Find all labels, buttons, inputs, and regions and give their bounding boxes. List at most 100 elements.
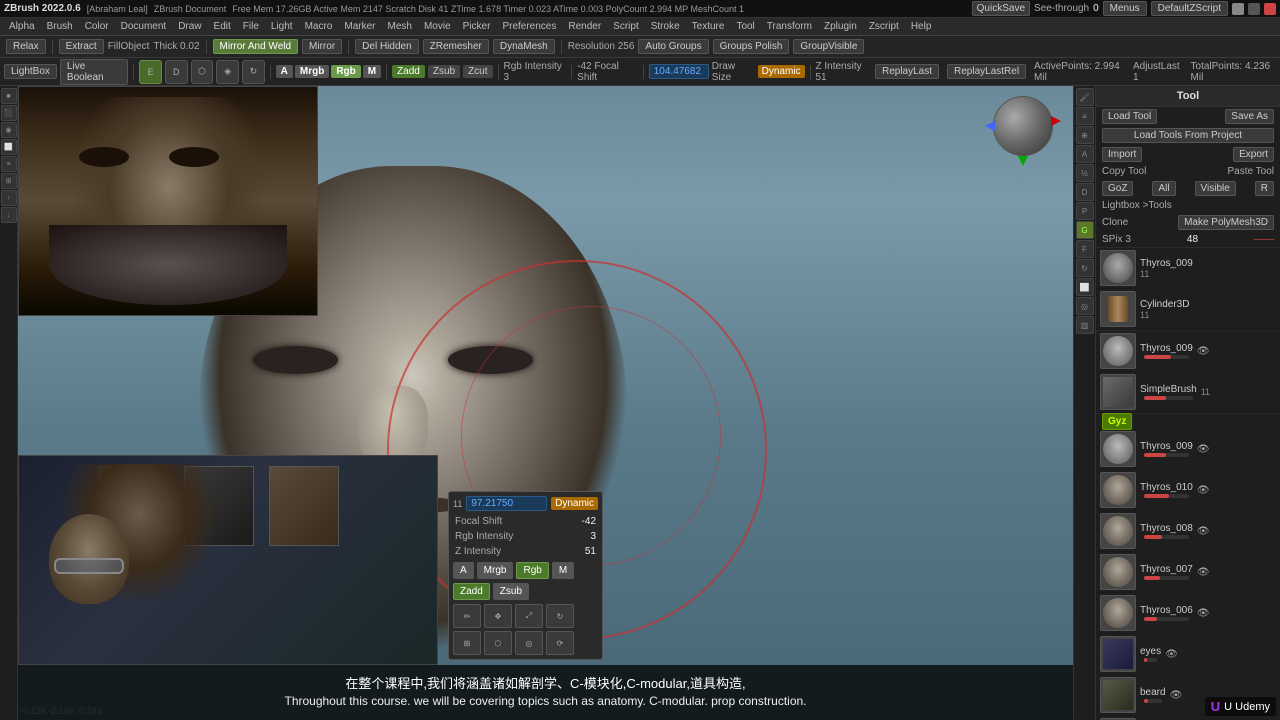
- frp-thyros-009c[interactable]: Thyros_009 👁: [1096, 429, 1280, 470]
- thyros-006-vis[interactable]: 👁: [1197, 608, 1210, 619]
- menu-item-edit[interactable]: Edit: [209, 20, 236, 33]
- menu-item-zplugin[interactable]: Zplugin: [819, 20, 862, 33]
- ri-brush[interactable]: 🖌: [1076, 88, 1094, 106]
- left-tool-5[interactable]: ≡: [1, 156, 17, 172]
- lightbox-btn[interactable]: LightBox: [4, 64, 57, 79]
- popup-zadd-btn[interactable]: Zadd: [453, 583, 490, 600]
- channel-a-btn[interactable]: A: [276, 65, 293, 78]
- popup-m-btn[interactable]: M: [552, 562, 574, 579]
- thyros-009b-vis[interactable]: 👁: [1197, 346, 1210, 357]
- close-btn[interactable]: [1264, 3, 1276, 15]
- menu-item-texture[interactable]: Texture: [687, 20, 730, 33]
- frp-simplebrush[interactable]: SimpleBrush 11: [1096, 372, 1280, 413]
- script-btn[interactable]: DefaultZScript: [1151, 1, 1228, 16]
- all-btn[interactable]: All: [1152, 181, 1175, 196]
- menu-item-brush[interactable]: Brush: [42, 20, 78, 33]
- menu-item-color[interactable]: Color: [80, 20, 114, 33]
- ri-rotate[interactable]: ↻: [1076, 259, 1094, 277]
- groupvisible-btn[interactable]: GroupVisible: [793, 39, 864, 54]
- popup-zsub-btn[interactable]: Zsub: [493, 583, 529, 600]
- maximize-btn[interactable]: [1248, 3, 1260, 15]
- popup-draw-icon[interactable]: ✏: [453, 604, 481, 628]
- channel-rgb-btn[interactable]: Rgb: [331, 65, 360, 78]
- menu-item-movie[interactable]: Movie: [419, 20, 456, 33]
- menu-item-macro[interactable]: Macro: [300, 20, 338, 33]
- zsub-btn[interactable]: Zsub: [428, 65, 460, 78]
- load-from-proj-btn[interactable]: Load Tools From Project: [1102, 128, 1274, 143]
- menu-item-help[interactable]: Help: [906, 20, 937, 33]
- menu-item-alpha[interactable]: Alpha: [4, 20, 40, 33]
- ri-frame[interactable]: ⬜: [1076, 278, 1094, 296]
- ri-linefill[interactable]: ▥: [1076, 316, 1094, 334]
- channel-m-btn[interactable]: M: [363, 65, 381, 78]
- save-as-btn[interactable]: Save As: [1225, 109, 1274, 124]
- ri-persp[interactable]: P: [1076, 202, 1094, 220]
- menu-item-script[interactable]: Script: [608, 20, 644, 33]
- make-polymesh-btn[interactable]: Make PolyMesh3D: [1178, 215, 1274, 230]
- delhidden-btn[interactable]: Del Hidden: [355, 39, 418, 54]
- quicksave-btn[interactable]: QuickSave: [972, 1, 1030, 16]
- scan-icon[interactable]: ◈: [216, 60, 239, 84]
- menu-item-render[interactable]: Render: [563, 20, 606, 33]
- gyz-btn[interactable]: Gyz: [1102, 413, 1132, 430]
- beard-vis[interactable]: 👁: [1170, 690, 1183, 701]
- menu-item-stroke[interactable]: Stroke: [646, 20, 685, 33]
- eyes-vis[interactable]: 👁: [1165, 649, 1178, 660]
- minimize-btn[interactable]: [1232, 3, 1244, 15]
- zmirror-btn[interactable]: Mirror And Weld: [213, 39, 299, 54]
- replay-lastrel-btn[interactable]: ReplayLastRel: [947, 64, 1026, 79]
- export-btn[interactable]: Export: [1233, 147, 1274, 162]
- menu-item-light[interactable]: Light: [266, 20, 298, 33]
- ri-dyn[interactable]: D: [1076, 183, 1094, 201]
- menu-item-preferences[interactable]: Preferences: [497, 20, 561, 33]
- popup-extra-3[interactable]: ◎: [515, 631, 543, 655]
- frp-thyros-006[interactable]: Thyros_006 👁: [1096, 593, 1280, 634]
- autogroups-btn[interactable]: Auto Groups: [638, 39, 708, 54]
- load-tool-btn[interactable]: Load Tool: [1102, 109, 1157, 124]
- mirror-btn[interactable]: Mirror: [302, 39, 342, 54]
- thyros-007b-vis[interactable]: 👁: [1197, 567, 1210, 578]
- draw-size-input[interactable]: 104.47682: [649, 64, 709, 79]
- import-btn[interactable]: Import: [1102, 147, 1142, 162]
- menus-btn[interactable]: Menus: [1103, 1, 1147, 16]
- zadd-btn[interactable]: Zadd: [392, 65, 425, 78]
- popup-dynamic-btn[interactable]: Dynamic: [551, 497, 598, 510]
- menu-item-file[interactable]: File: [238, 20, 264, 33]
- goz-btn[interactable]: GoZ: [1102, 181, 1133, 196]
- frp-tool-cylinder[interactable]: Cylinder3D 11: [1096, 289, 1280, 330]
- left-tool-2[interactable]: ⬛: [1, 105, 17, 121]
- geo-icon[interactable]: ⬡: [191, 60, 214, 84]
- menu-item-picker[interactable]: Picker: [458, 20, 496, 33]
- groups-btn[interactable]: Groups Polish: [713, 39, 790, 54]
- menu-item-zscript[interactable]: Zscript: [864, 20, 904, 33]
- left-tool-1[interactable]: ■: [1, 88, 17, 104]
- popup-extra-1[interactable]: ⊞: [453, 631, 481, 655]
- zremesher-btn[interactable]: ZRemesher: [423, 39, 489, 54]
- relax-btn[interactable]: Relax: [6, 39, 46, 54]
- menu-item-mesh[interactable]: Mesh: [383, 20, 417, 33]
- rotate-icon[interactable]: ↻: [242, 60, 265, 84]
- ri-floor[interactable]: F: [1076, 240, 1094, 258]
- left-tool-4[interactable]: ⬜: [1, 139, 17, 155]
- extract-btn[interactable]: Extract: [59, 39, 104, 54]
- popup-move-icon[interactable]: ✥: [484, 604, 512, 628]
- frp-eyes[interactable]: eyes 👁: [1096, 634, 1280, 675]
- popup-scale-icon[interactable]: ⤢: [515, 604, 543, 628]
- menu-item-document[interactable]: Document: [116, 20, 172, 33]
- popup-draw-size[interactable]: 97.21750: [466, 496, 547, 511]
- left-tool-8[interactable]: ↓: [1, 207, 17, 223]
- thyros-010-vis[interactable]: 👁: [1197, 485, 1210, 496]
- popup-a-btn[interactable]: A: [453, 562, 474, 579]
- frp-guides[interactable]: guides 👁: [1096, 716, 1280, 720]
- canvas-area[interactable]: -0.138,-2.169,-0.293: [18, 86, 1073, 720]
- ri-scroll[interactable]: ≡: [1076, 107, 1094, 125]
- menu-item-transform[interactable]: Transform: [762, 20, 817, 33]
- left-tool-3[interactable]: ◉: [1, 122, 17, 138]
- popup-rotate-icon[interactable]: ↻: [546, 604, 574, 628]
- ri-snap[interactable]: ◎: [1076, 297, 1094, 315]
- r-btn[interactable]: R: [1255, 181, 1274, 196]
- dynamic-btn[interactable]: Dynamic: [758, 65, 805, 78]
- frp-thyros-010[interactable]: Thyros_010 👁: [1096, 470, 1280, 511]
- liveboolean-btn[interactable]: Live Boolean: [60, 59, 128, 85]
- nav-sphere[interactable]: [993, 96, 1063, 166]
